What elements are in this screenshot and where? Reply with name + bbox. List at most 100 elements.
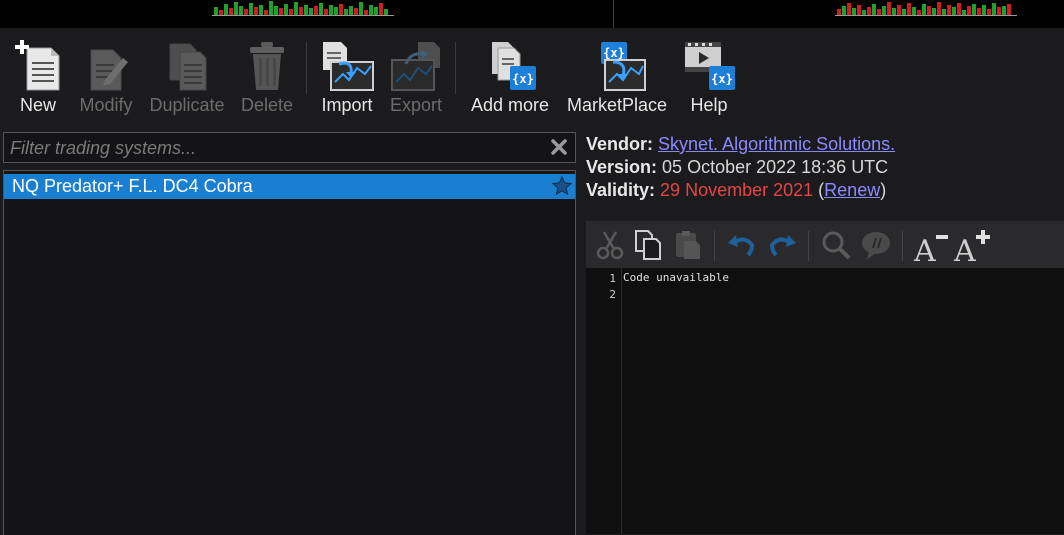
line-number-gutter: 1 2 [586, 268, 622, 534]
line-number: 1 [609, 272, 616, 285]
chart-bar [847, 3, 851, 15]
code-line: Code unavailable [623, 271, 729, 284]
import-button[interactable]: Import [316, 40, 378, 116]
chart-bar [249, 3, 253, 15]
chart-bar [867, 7, 871, 15]
mini-chart-right [835, 0, 1017, 16]
chart-bar [872, 4, 876, 15]
edit-document-icon [90, 49, 128, 91]
marketplace-label: MarketPlace [566, 95, 668, 115]
svg-text:{x}: {x} [603, 46, 625, 60]
chart-bar [947, 5, 951, 15]
chart-bar [384, 9, 388, 15]
top-chart-strip [0, 0, 1064, 28]
export-chart-icon [391, 42, 440, 91]
chart-bar [977, 8, 981, 15]
chart-bar [219, 10, 223, 15]
chart-bar [992, 3, 996, 15]
modify-button[interactable]: Modify [76, 40, 136, 116]
duplicate-label: Duplicate [149, 95, 225, 115]
copy-icon[interactable] [632, 229, 664, 261]
chart-bar [329, 5, 333, 15]
chart-bar [862, 10, 866, 15]
chart-bar [882, 6, 886, 15]
chart-bar [229, 8, 233, 15]
help-button[interactable]: {x} Help [680, 40, 738, 116]
code-editor: A A 1 2 Code unavailable [586, 221, 1064, 534]
chart-bar [892, 8, 896, 15]
chart-bar [917, 10, 921, 15]
decrease-font-icon[interactable]: A [912, 229, 950, 263]
chart-bar [877, 9, 881, 15]
star-icon[interactable] [551, 175, 573, 197]
list-item[interactable]: NQ Predator+ F.L. DC4 Cobra [4, 174, 575, 199]
chart-bar [374, 7, 378, 15]
version-row: Version: 05 October 2022 18:36 UTC [586, 156, 895, 179]
validity-label: Validity: [586, 180, 656, 200]
chart-bar [907, 3, 911, 15]
renew-close-paren: ) [880, 180, 887, 200]
chart-bar [299, 7, 303, 15]
editor-toolbar-separator [808, 231, 809, 261]
paste-icon[interactable] [672, 229, 704, 261]
svg-text:A: A [953, 234, 976, 263]
svg-text:A: A [913, 234, 936, 263]
chart-bar [364, 10, 368, 15]
chart-bar [902, 9, 906, 15]
chart-bar [319, 3, 323, 15]
systems-list: NQ Predator+ F.L. DC4 Cobra [3, 170, 576, 535]
system-name: NQ Predator+ F.L. DC4 Cobra [12, 176, 253, 196]
search-icon[interactable] [820, 229, 852, 261]
chart-bar [982, 5, 986, 15]
chart-bar [304, 5, 308, 15]
chart-bar [897, 5, 901, 15]
chart-bar [339, 4, 343, 15]
chart-bar [957, 3, 961, 15]
vendor-label: Vendor: [586, 134, 654, 154]
new-button[interactable]: New [10, 40, 66, 116]
editor-toolbar-separator [714, 231, 715, 261]
cut-icon[interactable] [594, 229, 626, 261]
duplicate-button[interactable]: Duplicate [146, 40, 228, 116]
comment-icon[interactable] [860, 229, 892, 261]
chart-bar [309, 8, 313, 15]
editor-toolbar: A A [586, 221, 1064, 268]
validity-row: Validity: 29 November 2021 (Renew) [586, 179, 895, 202]
add-more-icon: {x} [492, 42, 536, 90]
redo-icon[interactable] [766, 229, 798, 261]
chart-bar [294, 2, 298, 15]
system-info: Vendor: Skynet. Algorithmic Solutions. V… [586, 133, 895, 202]
chart-bar [274, 6, 278, 15]
version-value: 05 October 2022 18:36 UTC [662, 157, 889, 177]
new-label: New [19, 95, 56, 115]
chart-bar [244, 9, 248, 15]
filter-box [3, 132, 576, 163]
delete-button[interactable]: Delete [238, 40, 296, 116]
code-area[interactable]: Code unavailable [623, 271, 729, 303]
export-button[interactable]: Export [386, 40, 446, 116]
chart-bar [324, 9, 328, 15]
chart-bar [972, 4, 976, 15]
chart-bar [842, 6, 846, 15]
renew-link[interactable]: Renew [824, 180, 880, 200]
editor-toolbar-separator [902, 231, 903, 261]
modify-label: Modify [79, 95, 133, 115]
chart-bar [344, 9, 348, 15]
chart-bar [359, 2, 363, 15]
increase-font-icon[interactable]: A [952, 229, 992, 263]
chart-bar [279, 8, 283, 15]
marketplace-button[interactable]: {x} MarketPlace [564, 40, 670, 116]
chart-bar [837, 9, 841, 15]
chart-bar [289, 9, 293, 15]
vendor-link[interactable]: Skynet. Algorithmic Solutions. [658, 134, 895, 154]
help-label: Help [690, 95, 728, 115]
add-more-button[interactable]: {x} Add more [467, 40, 553, 116]
undo-icon[interactable] [726, 229, 758, 261]
close-icon[interactable] [549, 137, 569, 157]
filter-input[interactable] [8, 136, 542, 160]
chart-bar [942, 9, 946, 15]
new-document-icon [15, 40, 60, 91]
chart-bar [224, 4, 228, 15]
chart-bar [937, 2, 941, 15]
validity-value: 29 November 2021 [660, 180, 814, 200]
